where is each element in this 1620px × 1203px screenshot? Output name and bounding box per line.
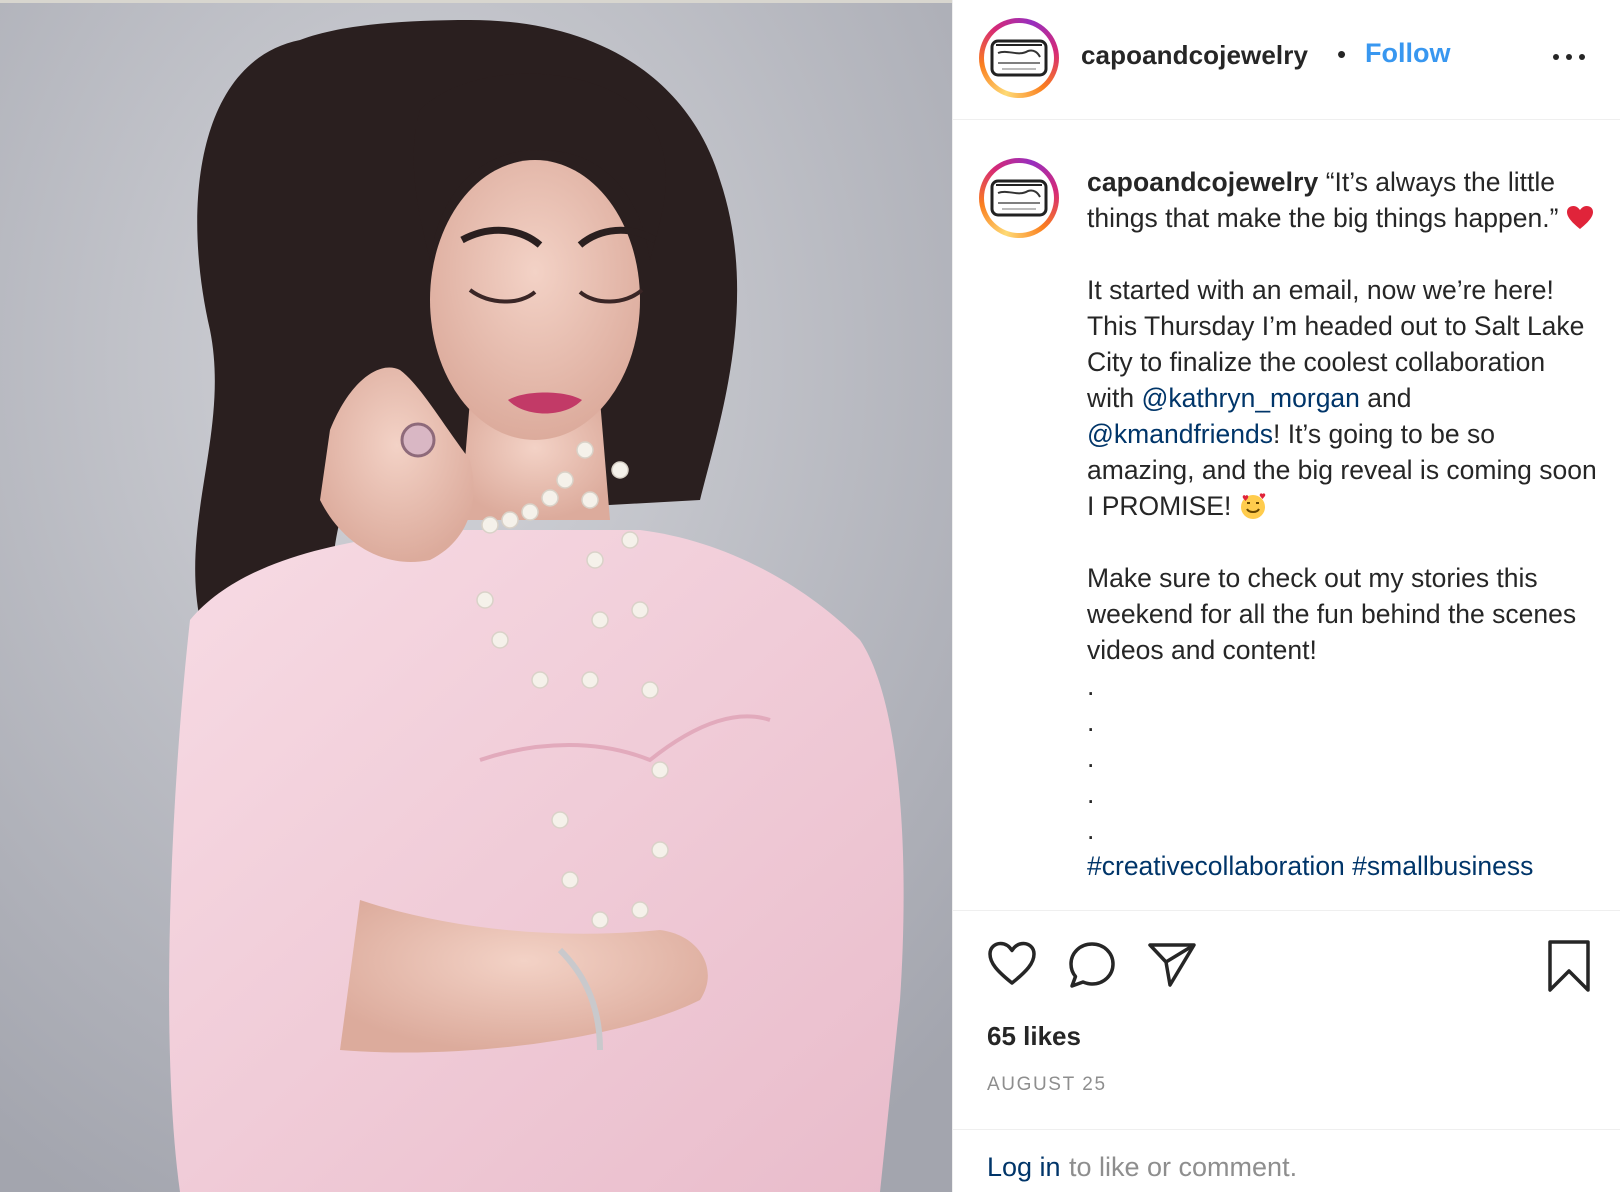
caption-dot: . (1087, 815, 1095, 845)
caption-dot: . (1087, 779, 1095, 809)
caption-avatar[interactable] (979, 158, 1059, 238)
more-dot (1566, 54, 1572, 60)
heart-icon[interactable] (987, 941, 1037, 992)
post-photo[interactable] (0, 0, 952, 1192)
avatar-logo (984, 23, 1054, 93)
avatar[interactable] (979, 18, 1059, 98)
caption-username[interactable]: capoandcojewelry (1087, 167, 1318, 197)
caption-gap (1087, 236, 1597, 272)
login-prompt: Log in to like or comment. (953, 1129, 1620, 1200)
caption-paragraph-3: Make sure to check out my stories this w… (1087, 563, 1577, 665)
more-dot (1553, 54, 1559, 60)
caption-text-part: and (1367, 383, 1412, 413)
post-date: AUGUST 25 (987, 1074, 1107, 1095)
header-username[interactable]: capoandcojewelry (1081, 40, 1308, 71)
photo-illustration (0, 3, 952, 1192)
login-link[interactable]: Log in (987, 1152, 1061, 1183)
header-separator: • (1337, 39, 1347, 69)
login-prompt-text: to like or comment. (1069, 1152, 1298, 1182)
follow-button[interactable]: Follow (1365, 38, 1450, 69)
caption-dot: . (1087, 743, 1095, 773)
more-dot (1579, 54, 1585, 60)
caption-paragraph-2: It started with an email, now we’re here… (1087, 272, 1597, 524)
post-side-panel: capoandcojewelry • Follow capoandcojewel… (952, 0, 1620, 1192)
bookmark-icon[interactable] (1547, 939, 1591, 998)
comment-icon[interactable] (1067, 941, 1117, 994)
caption-dot: . (1087, 707, 1095, 737)
smiling-face-with-hearts-emoji-icon (1240, 493, 1265, 519)
mention-link[interactable]: @kmandfriends (1087, 419, 1273, 449)
caption-gap (1087, 524, 1597, 560)
caption-paragraph-1: capoandcojewelry “It’s always the little… (1087, 164, 1597, 236)
post-header: capoandcojewelry • Follow (953, 0, 1620, 120)
more-options-icon[interactable] (1549, 42, 1589, 72)
capo-logo-icon (990, 39, 1048, 77)
capo-logo-icon (990, 179, 1048, 217)
caption-dot: . (1087, 671, 1095, 701)
likes-count[interactable]: 65 likes (987, 1021, 1081, 1052)
mention-link[interactable]: @kathryn_morgan (1142, 383, 1360, 413)
caption-text: capoandcojewelry “It’s always the little… (1087, 164, 1597, 884)
caption-hashtags[interactable]: #creativecollaboration #smallbusiness (1087, 848, 1597, 884)
avatar-logo (984, 163, 1054, 233)
caption-area: capoandcojewelry “It’s always the little… (953, 120, 1620, 910)
post-actions: 65 likes AUGUST 25 Log in to like or com… (953, 910, 1620, 1203)
instagram-post: capoandcojewelry • Follow capoandcojewel… (0, 0, 1620, 1196)
share-icon[interactable] (1147, 941, 1197, 994)
red-heart-emoji-icon (1566, 206, 1593, 229)
